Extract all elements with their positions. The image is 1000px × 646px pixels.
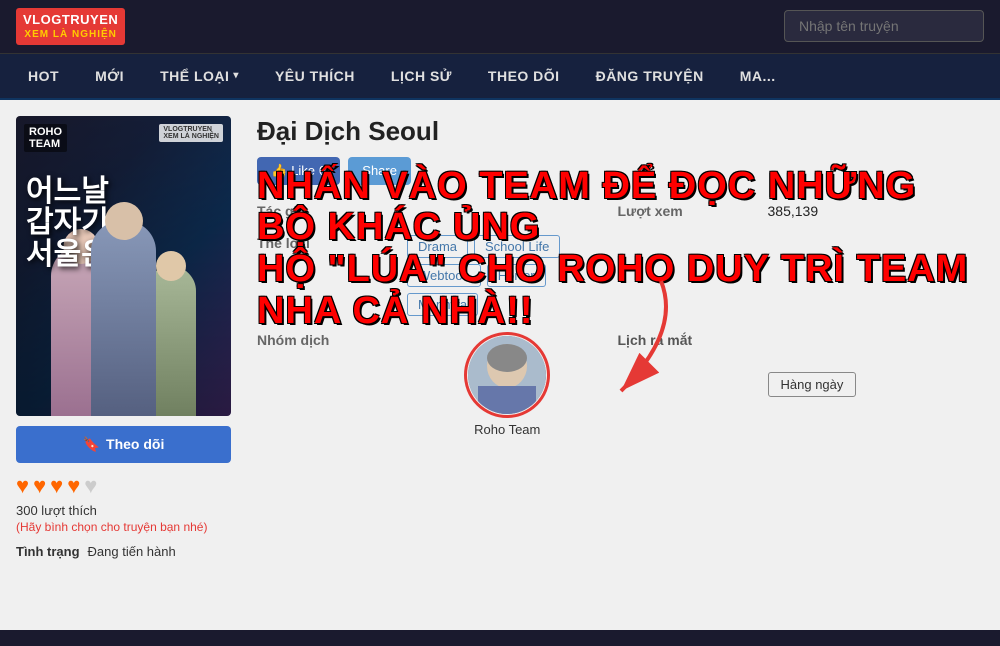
logo-area[interactable]: VLOGTRUYEN XEM LÀ NGHIỆN <box>16 8 125 45</box>
nav-bar: HOT MỚI THỂ LOẠI ▾ YÊU THÍCH LỊCH SỬ THE… <box>0 54 1000 100</box>
genre-label: Thể loại <box>257 235 397 316</box>
logo-line1: VLOGTRUYEN <box>23 12 118 28</box>
follow-label: Theo dõi <box>106 436 164 452</box>
left-panel: ROHO TEAM VLOGTRUYENXEM LÀ NGHIỆN 어느날갑자기… <box>16 116 241 614</box>
like-button[interactable]: 👍 Like 0 <box>257 157 340 185</box>
status-label: Tình trạng <box>16 544 80 559</box>
bookmark-icon: 🔖 <box>83 436 100 453</box>
cover-team-label: ROHO TEAM <box>24 124 67 152</box>
nav-item-moi[interactable]: MỚI <box>77 54 142 98</box>
schedule-row: Hàng ngày <box>768 332 969 437</box>
nav-item-more[interactable]: MA... <box>722 54 794 98</box>
group-avatar-container: Roho Team <box>407 332 608 437</box>
genre-tags: Drama School Life Webtoon Horror Manhwa <box>407 235 608 316</box>
author-value <box>407 203 608 219</box>
nav-item-yeuthich[interactable]: YÊU THÍCH <box>257 54 373 98</box>
group-name: Roho Team <box>474 422 540 437</box>
main-content: ROHO TEAM VLOGTRUYENXEM LÀ NGHIỆN 어느날갑자기… <box>0 100 1000 630</box>
views-value: 385,139 <box>768 203 969 219</box>
info-table: Tác giả Lượt xem 385,139 Thể loại Drama … <box>257 203 968 437</box>
group-section: Roho Team <box>407 332 608 437</box>
likes-prompt[interactable]: (Hãy bình chọn cho truyện bạn nhé) <box>16 520 241 534</box>
group-avatar-link[interactable] <box>464 332 550 418</box>
likes-count: 300 lượt thích <box>16 503 241 518</box>
genre-drama[interactable]: Drama <box>407 235 468 258</box>
nav-item-theodoi[interactable]: THEO DÕI <box>470 54 578 98</box>
group-label: Nhóm dịch <box>257 332 397 437</box>
logo-box: VLOGTRUYEN XEM LÀ NGHIỆN <box>16 8 125 45</box>
heart-5-empty[interactable]: ♥ <box>84 473 97 499</box>
search-input[interactable] <box>784 10 984 42</box>
views-label: Lượt xem <box>618 203 758 219</box>
right-panel: Đại Dịch Seoul 👍 Like 0 Share NHẤN VÀO T… <box>241 116 984 614</box>
share-button[interactable]: Share <box>348 157 411 185</box>
heart-1[interactable]: ♥ <box>16 473 29 499</box>
genre-school[interactable]: School Life <box>474 235 560 258</box>
status-row: Tình trạng Đang tiến hành <box>16 544 241 559</box>
genre-webtoon[interactable]: Webtoon <box>407 264 481 287</box>
manga-cover: ROHO TEAM VLOGTRUYENXEM LÀ NGHIỆN 어느날갑자기… <box>16 116 231 416</box>
heart-3[interactable]: ♥ <box>50 473 63 499</box>
group-avatar <box>468 336 546 414</box>
cover-site-label: VLOGTRUYENXEM LÀ NGHIỆN <box>159 124 223 142</box>
nav-item-theloai[interactable]: THỂ LOẠI ▾ <box>142 54 257 98</box>
logo-line2: XEM LÀ NGHIỆN <box>23 29 118 41</box>
follow-button[interactable]: 🔖 Theo dõi <box>16 426 231 463</box>
avatar-svg <box>468 336 546 414</box>
action-buttons: 👍 Like 0 Share <box>257 157 968 185</box>
schedule-label: Lịch ra mắt <box>618 332 758 437</box>
heart-4[interactable]: ♥ <box>67 473 80 499</box>
nav-item-lichsu[interactable]: LỊCH SỬ <box>373 54 470 98</box>
manga-title: Đại Dịch Seoul <box>257 116 968 147</box>
genre-horror[interactable]: Horror <box>487 264 546 287</box>
schedule-value: Hàng ngày <box>768 372 857 397</box>
header: VLOGTRUYEN XEM LÀ NGHIỆN <box>0 0 1000 54</box>
hearts-row: ♥ ♥ ♥ ♥ ♥ <box>16 473 241 499</box>
genre-manhwa[interactable]: Manhwa <box>407 293 478 316</box>
status-value: Đang tiến hành <box>88 544 176 559</box>
author-label: Tác giả <box>257 203 397 219</box>
chevron-down-icon: ▾ <box>233 70 239 81</box>
nav-item-dangtuyen[interactable]: ĐĂNG TRUYỆN <box>578 54 722 98</box>
heart-2[interactable]: ♥ <box>33 473 46 499</box>
nav-item-hot[interactable]: HOT <box>10 54 77 98</box>
thumbs-up-icon: 👍 <box>271 163 287 179</box>
